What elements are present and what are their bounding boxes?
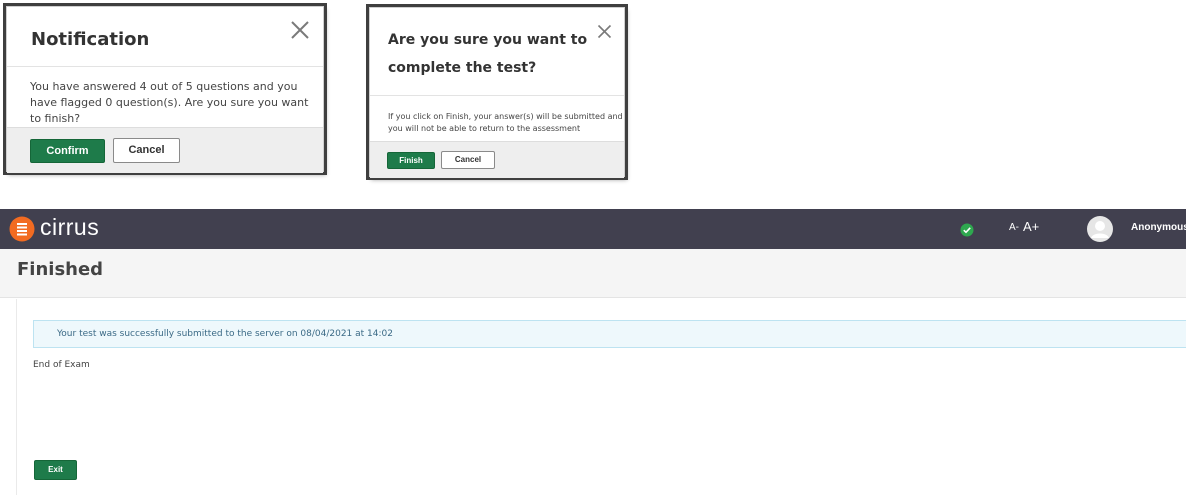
exit-button[interactable]: Exit: [34, 460, 77, 480]
cancel-button[interactable]: Cancel: [113, 138, 180, 163]
success-alert: Your test was successfully submitted to …: [33, 320, 1186, 348]
dialog-title: Notification: [31, 29, 150, 50]
page-title: Finished: [17, 259, 104, 280]
app-header: cirrus A- A+ Anonymous: [0, 209, 1186, 249]
end-of-exam-text: End of Exam: [33, 360, 90, 370]
check-circle-icon: [960, 222, 974, 241]
complete-test-dialog: Are you sure you want to complete the te…: [369, 7, 625, 178]
dialog-header: Notification: [7, 7, 323, 67]
confirm-button[interactable]: Confirm: [30, 139, 105, 163]
user-avatar-icon[interactable]: [1087, 216, 1113, 246]
page-title-bar: Finished: [0, 249, 1186, 298]
brand-name: cirrus: [40, 214, 100, 240]
username[interactable]: Anonymous: [1131, 222, 1186, 233]
dialog-message: You have answered 4 out of 5 questions a…: [30, 80, 309, 125]
main-content: Your test was successfully submitted to …: [16, 299, 1186, 495]
notification-dialog: Notification You have answered 4 out of …: [6, 6, 324, 173]
dialog-header: Are you sure you want to complete the te…: [370, 8, 624, 96]
font-decrease-button[interactable]: A-: [1009, 222, 1019, 233]
dialog-footer: Finish Cancel: [370, 141, 624, 178]
dialog-title: Are you sure you want to complete the te…: [388, 32, 588, 76]
close-icon[interactable]: [290, 20, 310, 40]
dialog-footer: Confirm Cancel: [7, 127, 323, 173]
cirrus-logo-icon: [9, 216, 35, 246]
close-icon[interactable]: [597, 24, 612, 39]
dialog-message: If you click on Finish, your answer(s) w…: [388, 112, 623, 133]
alert-message: Your test was successfully submitted to …: [57, 329, 393, 339]
font-increase-button[interactable]: A+: [1023, 219, 1039, 234]
finish-button[interactable]: Finish: [387, 152, 435, 169]
cancel-button[interactable]: Cancel: [441, 151, 495, 169]
